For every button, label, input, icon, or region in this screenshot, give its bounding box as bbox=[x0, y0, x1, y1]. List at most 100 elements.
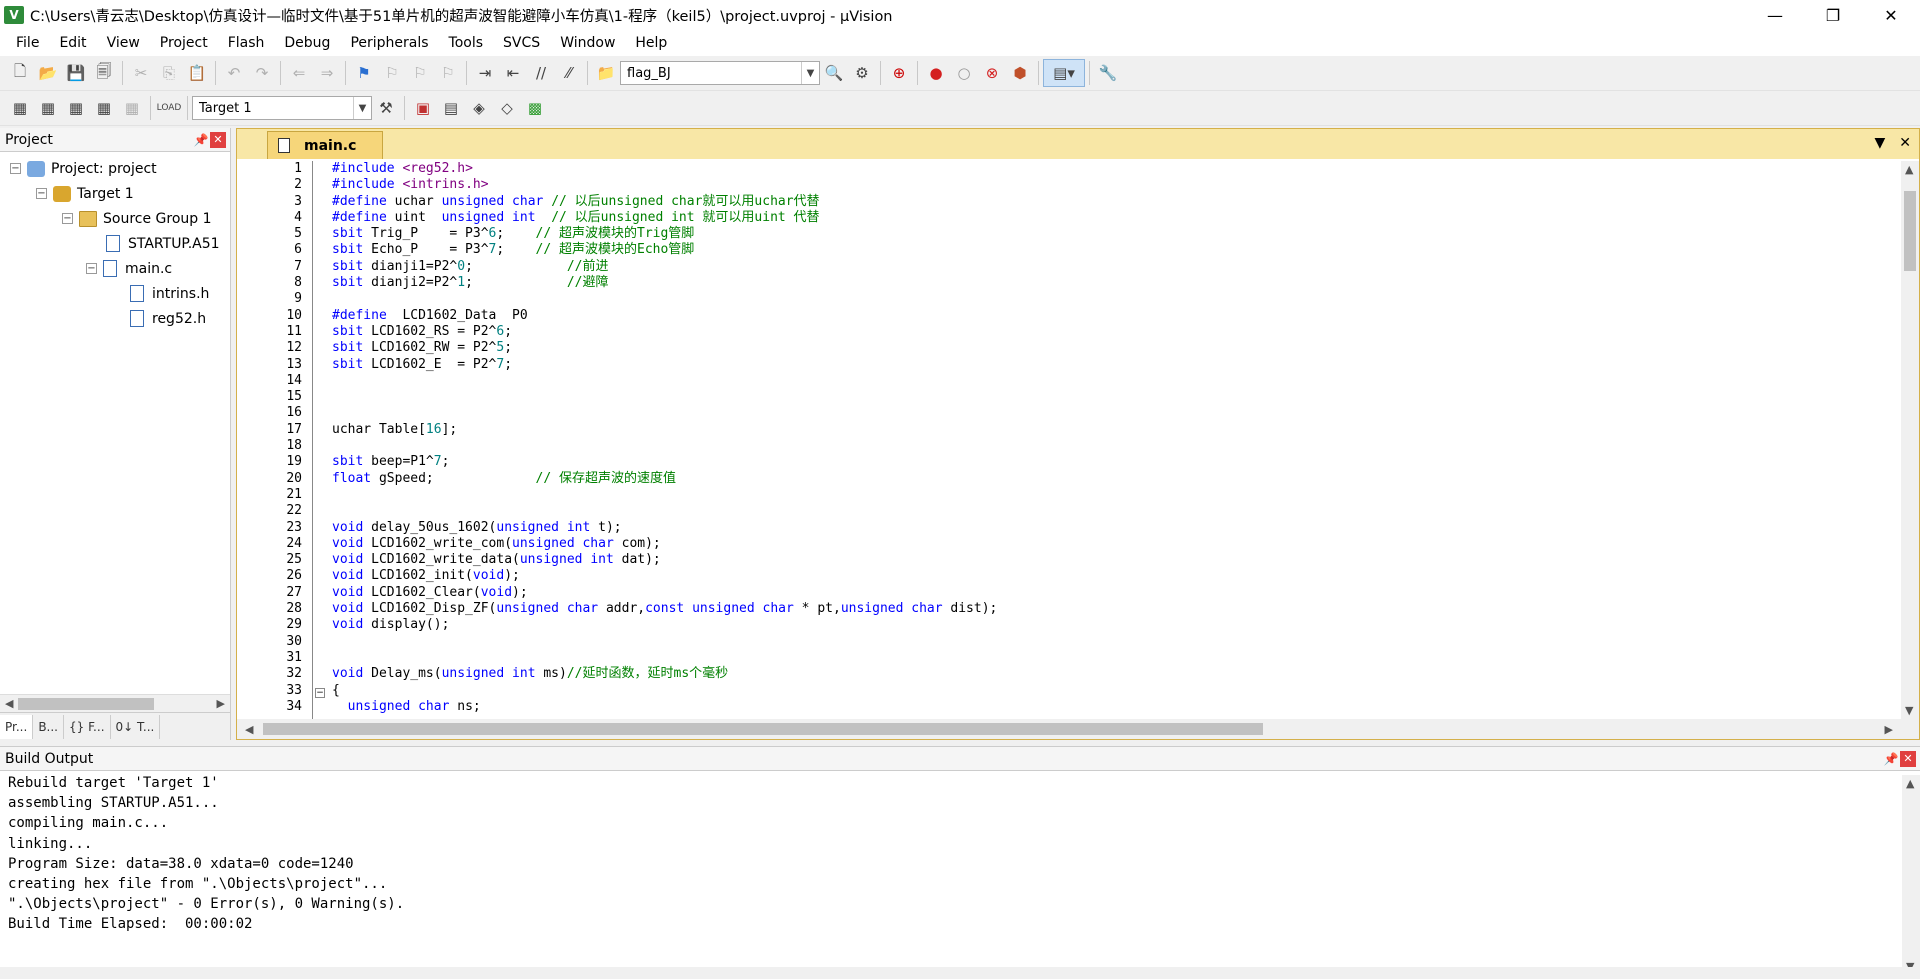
kill-all-breakpoints-icon[interactable]: ⬢ bbox=[1006, 59, 1034, 87]
disable-all-breakpoints-icon[interactable]: ⊗ bbox=[978, 59, 1006, 87]
close-icon[interactable]: ✕ bbox=[210, 131, 226, 148]
build-output-vscrollbar[interactable]: ▲ ▼ bbox=[1902, 775, 1920, 975]
menu-svcs[interactable]: SVCS bbox=[493, 35, 550, 51]
scroll-right-icon[interactable]: ▶ bbox=[1885, 723, 1893, 736]
code-line[interactable]: sbit dianji2=P2^1; //避障 bbox=[332, 275, 1901, 291]
code-line[interactable]: uchar Table[16]; bbox=[332, 422, 1901, 438]
nav-forward-icon[interactable]: ⇒ bbox=[313, 59, 341, 87]
tab-functions[interactable]: {} F... bbox=[64, 714, 111, 739]
code-line[interactable]: #include <reg52.h> bbox=[332, 161, 1901, 177]
code-line[interactable]: sbit dianji1=P2^0; //前进 bbox=[332, 259, 1901, 275]
incremental-find-icon[interactable]: ⚙ bbox=[848, 59, 876, 87]
rebuild-icon[interactable]: ▦ bbox=[62, 94, 90, 122]
menu-peripherals[interactable]: Peripherals bbox=[340, 35, 438, 51]
unindent-icon[interactable]: ⇤ bbox=[499, 59, 527, 87]
undo-icon[interactable]: ↶ bbox=[220, 59, 248, 87]
code-line[interactable]: void LCD1602_init(void); bbox=[332, 568, 1901, 584]
code-line[interactable]: #define uchar unsigned char // 以后unsigne… bbox=[332, 194, 1901, 210]
run-time-environment-icon[interactable]: ▩ bbox=[521, 94, 549, 122]
configure-icon[interactable]: 🔧 bbox=[1094, 59, 1122, 87]
code-line[interactable]: void Delay_ms(unsigned int ms)//延时函数，延时m… bbox=[332, 666, 1901, 682]
code-line[interactable] bbox=[332, 291, 1901, 307]
code-line[interactable] bbox=[332, 650, 1901, 666]
redo-icon[interactable]: ↷ bbox=[248, 59, 276, 87]
tree-node-target[interactable]: − Target 1 bbox=[0, 181, 230, 206]
minimize-button[interactable]: — bbox=[1746, 0, 1804, 30]
code-line[interactable]: void display(); bbox=[332, 617, 1901, 633]
code-line[interactable]: void LCD1602_write_com(unsigned char com… bbox=[332, 536, 1901, 552]
code-line[interactable] bbox=[332, 487, 1901, 503]
code-line[interactable]: void LCD1602_Clear(void); bbox=[332, 585, 1901, 601]
scroll-down-icon[interactable]: ▼ bbox=[1905, 704, 1913, 717]
find-icon[interactable]: 🔍 bbox=[820, 59, 848, 87]
breakpoint-icon[interactable]: ● bbox=[922, 59, 950, 87]
debug-session-icon[interactable]: ⊕ bbox=[885, 59, 913, 87]
code-line[interactable]: float gSpeed; // 保存超声波的速度值 bbox=[332, 471, 1901, 487]
scroll-thumb[interactable] bbox=[18, 698, 154, 710]
chevron-down-icon[interactable]: ▼ bbox=[801, 62, 819, 84]
scroll-thumb[interactable] bbox=[1904, 191, 1916, 271]
tab-project[interactable]: Pr... bbox=[0, 714, 34, 739]
save-all-icon[interactable]: 🗐 bbox=[90, 59, 118, 87]
close-window-button[interactable]: ✕ bbox=[1862, 0, 1920, 30]
code-line[interactable]: { bbox=[332, 683, 1901, 699]
code-text[interactable]: #include <reg52.h> #include <intrins.h> #d… bbox=[332, 161, 1901, 719]
tab-books[interactable]: B... bbox=[33, 714, 64, 739]
find-in-files-icon[interactable]: 📁 bbox=[592, 59, 620, 87]
code-line[interactable] bbox=[332, 503, 1901, 519]
tree-node-main-c[interactable]: − main.c bbox=[0, 256, 230, 281]
tree-node-startup[interactable]: STARTUP.A51 bbox=[0, 231, 230, 256]
pin-icon[interactable]: 📌 bbox=[1882, 752, 1900, 766]
menu-help[interactable]: Help bbox=[625, 35, 677, 51]
close-tab-icon[interactable]: ✕ bbox=[1899, 135, 1911, 151]
clear-bookmarks-icon[interactable]: ⚐ bbox=[434, 59, 462, 87]
paste-icon[interactable]: 📋 bbox=[183, 59, 211, 87]
next-bookmark-icon[interactable]: ⚐ bbox=[406, 59, 434, 87]
stop-build-icon[interactable]: ▦ bbox=[118, 94, 146, 122]
fold-toggle-icon[interactable]: − bbox=[315, 688, 325, 698]
scroll-right-icon[interactable]: ▶ bbox=[217, 697, 225, 710]
collapse-icon[interactable]: − bbox=[36, 188, 47, 199]
code-line[interactable] bbox=[332, 405, 1901, 421]
code-line[interactable] bbox=[332, 634, 1901, 650]
menu-tools[interactable]: Tools bbox=[439, 35, 494, 51]
close-icon[interactable]: ✕ bbox=[1900, 750, 1916, 767]
editor-hscrollbar[interactable]: ◀ ▶ bbox=[237, 719, 1919, 739]
menu-flash[interactable]: Flash bbox=[218, 35, 275, 51]
tree-node-project[interactable]: − Project: project bbox=[0, 156, 230, 181]
scroll-up-icon[interactable]: ▲ bbox=[1905, 163, 1913, 176]
menu-debug[interactable]: Debug bbox=[274, 35, 340, 51]
menu-window[interactable]: Window bbox=[550, 35, 625, 51]
tree-node-reg52-h[interactable]: reg52.h bbox=[0, 306, 230, 331]
code-line[interactable]: void LCD1602_Disp_ZF(unsigned char addr,… bbox=[332, 601, 1901, 617]
tree-node-source-group[interactable]: − Source Group 1 bbox=[0, 206, 230, 231]
save-icon[interactable]: 💾 bbox=[62, 59, 90, 87]
tree-node-intrins-h[interactable]: intrins.h bbox=[0, 281, 230, 306]
build-output-text[interactable]: Rebuild target 'Target 1' assembling STAR… bbox=[0, 771, 1920, 937]
comment-icon[interactable]: // bbox=[527, 59, 555, 87]
code-line[interactable]: sbit beep=P1^7; bbox=[332, 454, 1901, 470]
target-combo[interactable]: Target 1 ▼ bbox=[192, 96, 372, 120]
uncomment-icon[interactable]: ⁄⁄ bbox=[555, 59, 583, 87]
menu-view[interactable]: View bbox=[97, 35, 150, 51]
select-packs-icon[interactable]: ▤ bbox=[437, 94, 465, 122]
prev-bookmark-icon[interactable]: ⚐ bbox=[378, 59, 406, 87]
code-line[interactable]: sbit LCD1602_RW = P2^5; bbox=[332, 340, 1901, 356]
copy-icon[interactable]: ⎘ bbox=[155, 59, 183, 87]
tab-list-icon[interactable]: ▼ bbox=[1874, 135, 1885, 151]
manage-project-items-icon[interactable]: ▣ bbox=[409, 94, 437, 122]
manage-components-icon[interactable]: ◈ bbox=[465, 94, 493, 122]
translate-icon[interactable]: ▦ bbox=[6, 94, 34, 122]
chevron-down-icon[interactable]: ▼ bbox=[353, 97, 371, 119]
code-line[interactable] bbox=[332, 373, 1901, 389]
collapse-icon[interactable]: − bbox=[10, 163, 21, 174]
nav-back-icon[interactable]: ⇐ bbox=[285, 59, 313, 87]
build-icon[interactable]: ▦ bbox=[34, 94, 62, 122]
find-combo[interactable]: flag_BJ ▼ bbox=[620, 61, 820, 85]
code-line[interactable]: void delay_50us_1602(unsigned int t); bbox=[332, 520, 1901, 536]
scroll-left-icon[interactable]: ◀ bbox=[5, 697, 13, 710]
editor-vscrollbar[interactable]: ▲ ▼ bbox=[1901, 161, 1919, 719]
bookmark-icon[interactable]: ⚑ bbox=[350, 59, 378, 87]
download-load-icon[interactable]: LOAD bbox=[155, 94, 183, 122]
cut-icon[interactable]: ✂ bbox=[127, 59, 155, 87]
